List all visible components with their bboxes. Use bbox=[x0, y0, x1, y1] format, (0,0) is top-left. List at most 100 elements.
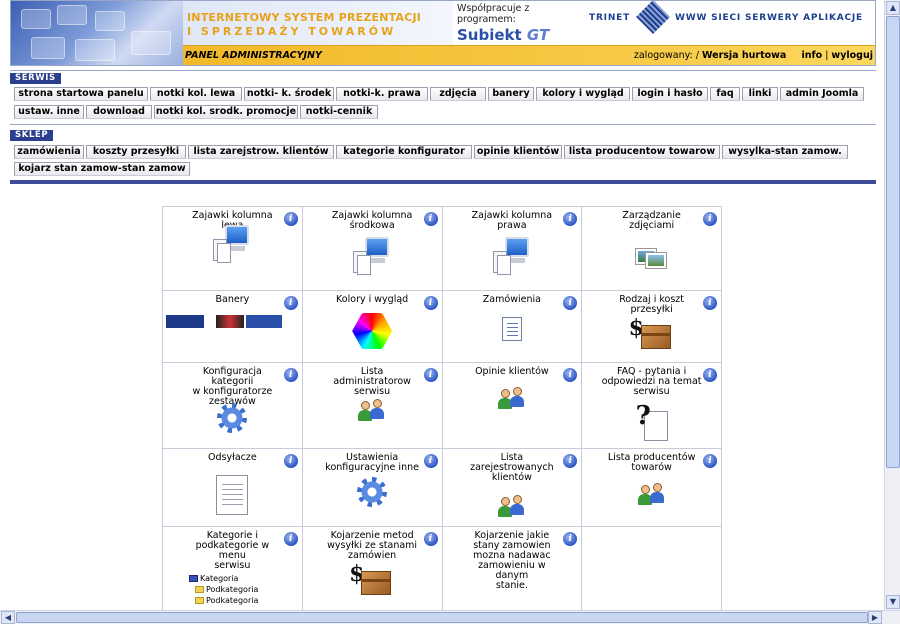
shortcut-banery[interactable]: Banery i bbox=[162, 290, 303, 363]
info-icon[interactable]: i bbox=[283, 532, 298, 546]
tab-wysylka-stan[interactable]: wysylka-stan zamow. bbox=[722, 145, 848, 159]
shortcut-opinie-klientow[interactable]: Opinie klientów i bbox=[441, 362, 583, 449]
scroll-up-icon[interactable]: ▲ bbox=[886, 1, 900, 15]
tab-download[interactable]: download bbox=[86, 105, 152, 119]
trinet-diamond-icon bbox=[636, 0, 670, 34]
horizontal-scrollbar[interactable]: ◀ ▶ bbox=[0, 610, 900, 624]
tab-lista-klientow[interactable]: lista zarejstrow. klientów bbox=[188, 145, 334, 159]
info-icon[interactable]: i bbox=[283, 368, 298, 382]
info-icon[interactable]: i bbox=[703, 212, 717, 226]
scroll-right-icon[interactable]: ▶ bbox=[868, 611, 882, 624]
system-banner: INTERNETOWY SYSTEM PREZENTACJI I SPRZEDA… bbox=[183, 1, 453, 45]
info-icon[interactable]: i bbox=[423, 212, 438, 226]
trinet-logo: TRINET WWW SIECI SERWERY APLIKACJE bbox=[589, 0, 875, 43]
scroll-left-icon[interactable]: ◀ bbox=[1, 611, 15, 624]
shortcut-title: Banery bbox=[215, 294, 250, 305]
tree-root: Kategoria bbox=[200, 574, 239, 583]
tab-strona-startowa[interactable]: strona startowa panelu bbox=[14, 87, 148, 101]
tab-kolory[interactable]: kolory i wygląd bbox=[536, 87, 630, 101]
logged-label: zalogowany: / bbox=[633, 50, 699, 61]
shortcut-konfiguracja-kategorii[interactable]: Konfiguracja kategorii w konfiguratorze … bbox=[162, 362, 303, 449]
tab-banery[interactable]: banery bbox=[488, 87, 534, 101]
tab-ustaw-inne[interactable]: ustaw. inne bbox=[14, 105, 84, 119]
tab-notki-lewa[interactable]: notki kol. lewa bbox=[150, 87, 242, 101]
users-icon bbox=[497, 387, 526, 409]
tab-kategorie-konfigurator[interactable]: kategorie konfigurator bbox=[336, 145, 472, 159]
info-icon[interactable]: i bbox=[283, 454, 298, 468]
shortcut-title: Kojarzenie metod wysyłki ze stanami zamó… bbox=[327, 530, 418, 561]
shortcut-kategorie-menu[interactable]: Kategorie i podkategorie w menu serwisu … bbox=[162, 526, 303, 610]
tab-opinie-klientow[interactable]: opinie klientów bbox=[474, 145, 562, 159]
tab-faq[interactable]: faq bbox=[710, 87, 740, 101]
document-icon bbox=[501, 317, 522, 341]
info-icon[interactable]: i bbox=[423, 454, 438, 468]
tab-lista-producentow[interactable]: lista producentow towarow bbox=[564, 145, 720, 159]
shortcut-title: Zajawki kolumna prawa bbox=[471, 210, 553, 231]
info-icon[interactable]: i bbox=[423, 532, 438, 546]
dollar-box-icon: $ bbox=[349, 561, 395, 599]
tab-kojarz-stan[interactable]: kojarz stan zamow-stan zamow bbox=[14, 162, 190, 176]
scroll-thumb-horizontal[interactable] bbox=[16, 612, 868, 623]
admin-bar: PANEL ADMINISTRACYJNY zalogowany: / Wers… bbox=[183, 45, 875, 65]
scroll-thumb[interactable] bbox=[886, 16, 900, 468]
tab-linki[interactable]: linki bbox=[742, 87, 778, 101]
users-icon bbox=[637, 483, 666, 505]
shortcut-zdjecia[interactable]: Zarządzanie zdjęciami i bbox=[581, 206, 722, 291]
logout-link[interactable]: wyloguj bbox=[831, 50, 873, 61]
banners-icon bbox=[166, 315, 296, 329]
info-icon[interactable]: i bbox=[283, 296, 298, 310]
info-icon[interactable]: i bbox=[703, 454, 717, 468]
shortcut-odsylacze[interactable]: Odsyłacze i bbox=[162, 448, 303, 527]
info-icon[interactable]: i bbox=[563, 368, 578, 382]
tab-notki-cennik[interactable]: notki-cennik bbox=[300, 105, 378, 119]
shortcut-zajawki-prawa[interactable]: Zajawki kolumna prawa i bbox=[441, 206, 583, 291]
subiekt-logo-text: Subiekt bbox=[457, 26, 522, 44]
question-document-icon: ? bbox=[636, 401, 668, 441]
info-icon[interactable]: i bbox=[703, 296, 717, 310]
cooperates-with: Współpracuje z programem: Subiekt GT bbox=[457, 3, 567, 44]
info-icon[interactable]: i bbox=[563, 296, 578, 310]
info-icon[interactable]: i bbox=[703, 368, 717, 382]
tab-zdjecia[interactable]: zdjęcia bbox=[430, 87, 486, 101]
tab-admin-joomla[interactable]: admin Joomla bbox=[780, 87, 864, 101]
shortcut-zajawki-lewa[interactable]: Zajawki kolumna lewa i bbox=[162, 206, 303, 291]
shortcut-faq[interactable]: FAQ - pytania i odpowiedzi na temat serw… bbox=[581, 362, 722, 449]
tab-koszty-przesylki[interactable]: koszty przesyłki bbox=[86, 145, 186, 159]
shortcut-kojarzenie-stanow[interactable]: Kojarzenie jakie stany zamowien mozna na… bbox=[441, 526, 583, 610]
dollar-box-icon: $ bbox=[629, 315, 675, 353]
info-icon[interactable]: i bbox=[423, 368, 438, 382]
cooperates-line-1: Współpracuje z bbox=[457, 3, 530, 14]
shortcut-zamowienia[interactable]: Zamówienia i bbox=[441, 290, 583, 363]
shortcut-ustawienia-inne[interactable]: Ustawienia konfiguracyjne inne i bbox=[301, 448, 443, 527]
shortcut-title: Rodzaj i koszt przesyłki bbox=[619, 294, 685, 315]
shortcut-rodzaj-koszt[interactable]: Rodzaj i koszt przesyłki i $ bbox=[581, 290, 722, 363]
tab-zamowienia[interactable]: zamówienia bbox=[14, 145, 84, 159]
shortcut-lista-producentow[interactable]: Lista producentów towarów i bbox=[581, 448, 722, 527]
users-icon bbox=[358, 399, 386, 421]
shortcut-kolory[interactable]: Kolory i wygląd i bbox=[301, 290, 443, 363]
scroll-down-icon[interactable]: ▼ bbox=[886, 595, 900, 609]
tab-notki-prawa[interactable]: notki-k. prawa bbox=[336, 87, 428, 101]
trinet-tagline: WWW SIECI SERWERY APLIKACJE bbox=[675, 13, 863, 23]
cooperates-line-2: programem: bbox=[457, 14, 516, 25]
info-icon[interactable]: i bbox=[283, 212, 298, 226]
tab-login-haslo[interactable]: login i hasło bbox=[632, 87, 708, 101]
monitor-documents-icon bbox=[353, 237, 391, 275]
serwis-title: SERWIS bbox=[10, 73, 61, 84]
tab-notki-srodek[interactable]: notki- k. środek bbox=[244, 87, 334, 101]
shortcut-title: Opinie klientów bbox=[475, 366, 549, 377]
tab-notki-promocje[interactable]: notki kol. srodk. promocje bbox=[154, 105, 298, 119]
shortcut-lista-klientow[interactable]: Lista zarejestrowanych klientów i bbox=[441, 448, 583, 527]
info-icon[interactable]: i bbox=[423, 296, 438, 310]
shortcut-zajawki-srodkowa[interactable]: Zajawki kolumna środkowa i bbox=[301, 206, 443, 291]
shortcut-kojarzenie-wysylki[interactable]: Kojarzenie metod wysyłki ze stanami zamó… bbox=[301, 526, 443, 610]
shortcut-lista-administratorow[interactable]: Lista administratorow serwisu i bbox=[301, 362, 443, 449]
vertical-scrollbar[interactable]: ▲ ▼ bbox=[884, 0, 900, 610]
banner-line-1: INTERNETOWY SYSTEM PREZENTACJI bbox=[187, 11, 422, 24]
shortcut-title: Odsyłacze bbox=[208, 452, 257, 463]
shortcut-title: Zarządzanie zdjęciami bbox=[622, 210, 681, 231]
info-link[interactable]: info bbox=[801, 50, 822, 61]
shortcut-title: Kolory i wygląd bbox=[336, 294, 409, 305]
shortcut-title: Lista administratorow serwisu bbox=[333, 366, 411, 397]
divider bbox=[10, 124, 876, 125]
